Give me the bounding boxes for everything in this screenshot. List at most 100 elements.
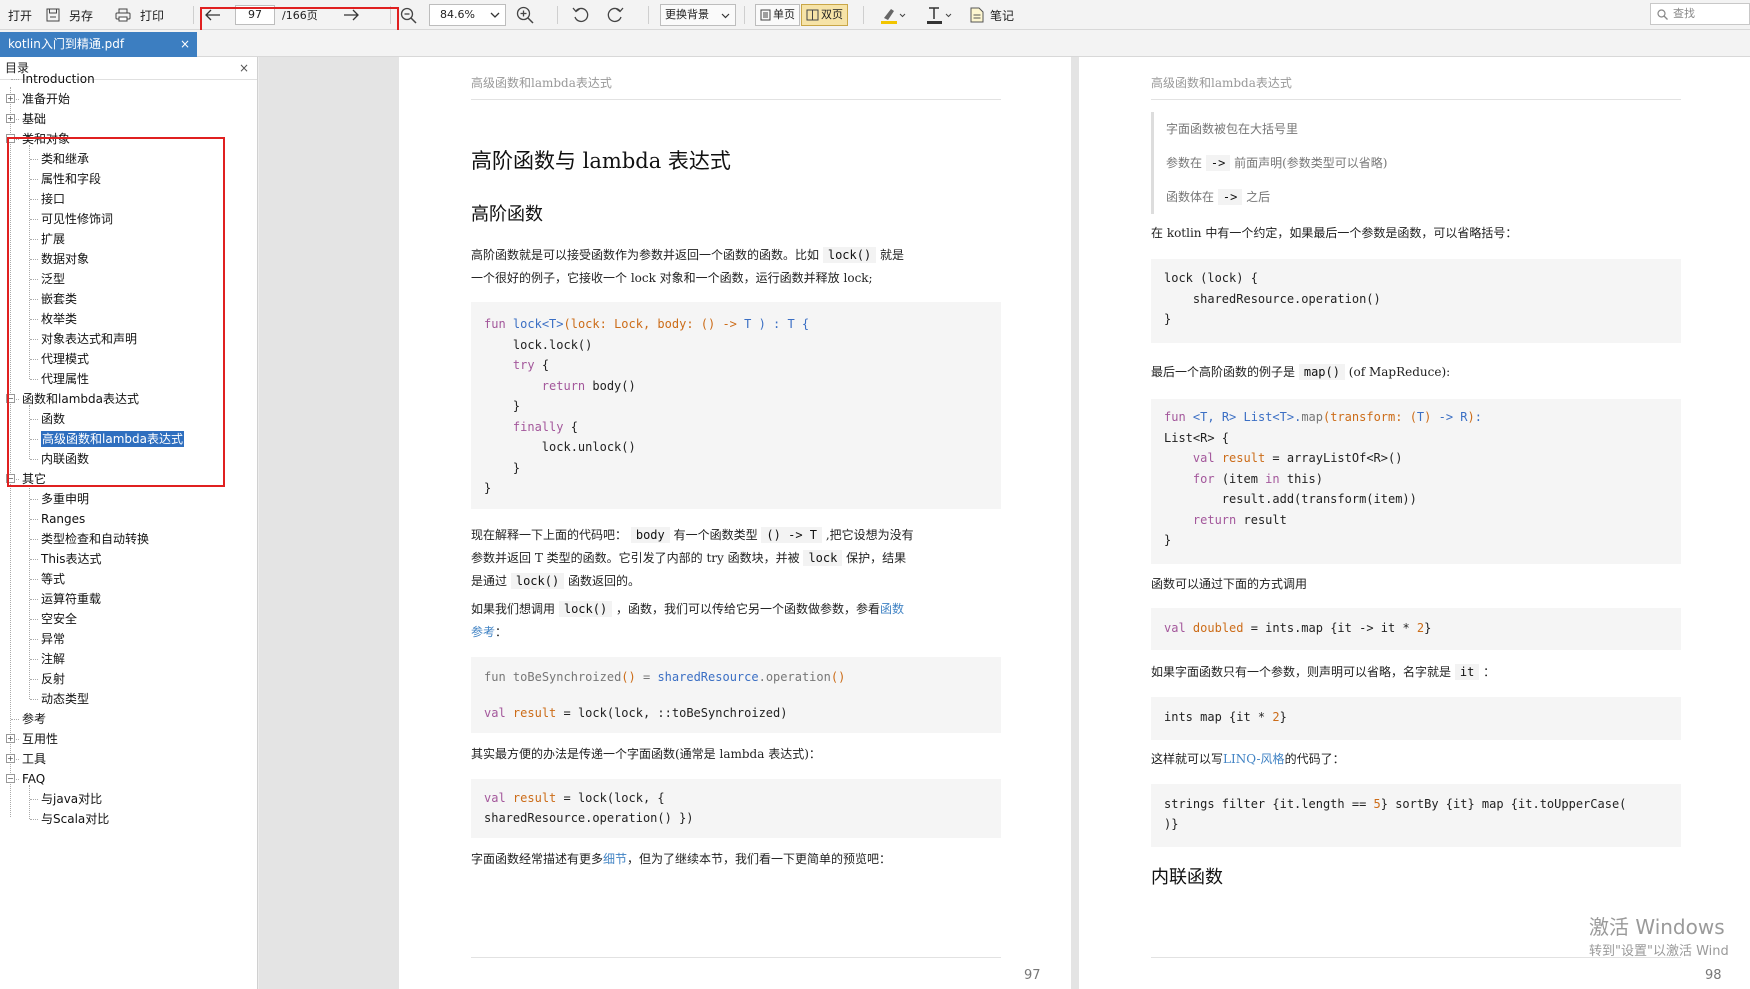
tree-line <box>30 559 38 560</box>
toc-item[interactable]: 运算符重载 <box>41 589 101 609</box>
toc-item[interactable]: This表达式 <box>41 549 102 569</box>
text: 一个很好的例子，它接收一个 lock 对象和一个函数，运行函数并释放 lock; <box>471 271 873 285</box>
running-head: 高级函数和lambda表达式 <box>1151 76 1292 90</box>
open-button[interactable]: 打开 <box>8 0 32 30</box>
tab-document[interactable]: kotlin入门到精通.pdf × <box>0 32 197 57</box>
page-number: 98 <box>1705 968 1722 983</box>
tree-line <box>30 599 38 600</box>
single-page-button[interactable]: 单页 <box>755 4 800 26</box>
toc-item[interactable]: Introduction <box>22 69 95 89</box>
quote-line: 函数体在 -> 之后 <box>1166 180 1551 214</box>
saveas-label: 另存 <box>69 8 94 23</box>
chevron-down-icon <box>721 13 730 19</box>
expand-icon[interactable]: + <box>6 754 15 763</box>
paragraph-invoke: 函数可以通过下面的方式调用 <box>1151 577 1308 591</box>
toc-item[interactable]: FAQ <box>22 769 45 789</box>
toc-item-label: FAQ <box>22 772 46 786</box>
toc-item-label: Introduction <box>22 72 95 86</box>
double-page-label: 双页 <box>821 8 843 21</box>
notes-button[interactable]: 笔记 <box>970 0 1014 30</box>
expand-icon[interactable]: + <box>6 114 15 123</box>
zoom-select[interactable]: 84.6% <box>429 4 506 26</box>
rotate-right-button[interactable] <box>606 0 624 30</box>
printer-icon <box>115 8 131 22</box>
collapse-icon[interactable]: − <box>6 774 15 783</box>
zoom-in-icon <box>516 6 534 24</box>
highlight-tool-button[interactable] <box>880 0 906 30</box>
code-block-linq: strings filter {it.length == 5} sortBy {… <box>1151 784 1681 847</box>
tree-line <box>29 485 30 699</box>
link-functions[interactable]: 函数 <box>880 602 904 616</box>
zoom-out-icon <box>400 7 417 24</box>
text: 函数返回的。 <box>568 574 641 588</box>
text: 如果字面函数只有一个参数，则声明可以省略，名字就是 <box>1151 665 1452 679</box>
toc-item[interactable]: 多重申明 <box>41 489 89 509</box>
text: 函数体在 <box>1166 190 1215 204</box>
note-icon <box>970 7 984 23</box>
toc-item[interactable]: 类型检查和自动转换 <box>41 529 149 549</box>
page-right: 高级函数和lambda表达式 字面函数被包在大括号里 参数在 -> 前面声明(参… <box>1079 57 1750 989</box>
text: 前面声明(参数类型可以省略) <box>1234 156 1388 170</box>
text: (of MapReduce): <box>1348 365 1451 379</box>
toc-item-label: 空安全 <box>41 612 78 626</box>
toc-item[interactable]: 互用性 <box>22 729 58 749</box>
document-viewer[interactable]: 高级函数和lambda表达式 高阶函数与 lambda 表达式 高阶函数 高阶函… <box>259 57 1750 989</box>
blockquote: 字面函数被包在大括号里 参数在 -> 前面声明(参数类型可以省略) 函数体在 -… <box>1151 112 1551 214</box>
toc-item-label: 互用性 <box>22 732 59 746</box>
search-placeholder: 查找 <box>1673 7 1695 20</box>
toc-item[interactable]: 等式 <box>41 569 65 589</box>
close-icon[interactable]: × <box>239 57 249 79</box>
text: ： <box>1483 665 1496 679</box>
rotate-left-button[interactable] <box>572 0 590 30</box>
toc-item[interactable]: 与Scala对比 <box>41 809 109 829</box>
text: ，函数，我们可以传给它另一个函数做参数，参看 <box>616 602 881 616</box>
link-reference[interactable]: 参考 <box>471 625 495 639</box>
text-tool-button[interactable] <box>926 0 952 30</box>
toc-item-label: 运算符重载 <box>41 592 102 606</box>
tree-line <box>30 699 38 700</box>
toc-item[interactable]: 反射 <box>41 669 65 689</box>
expand-icon[interactable]: + <box>6 734 15 743</box>
text: ： <box>495 625 508 639</box>
toc-item[interactable]: 准备开始 <box>22 89 70 109</box>
divider <box>471 957 1001 958</box>
search-input[interactable]: 查找 <box>1650 3 1750 25</box>
print-button[interactable]: 打印 <box>115 0 164 30</box>
watermark-line-2: 转到"设置"以激活 Wind <box>1589 944 1729 959</box>
inline-code: lock() <box>822 247 877 263</box>
toc-item-label: 基础 <box>22 112 47 126</box>
toc-item[interactable]: 动态类型 <box>41 689 89 709</box>
link-linq[interactable]: LINQ-风格 <box>1223 752 1285 766</box>
text: 字面函数经常描述有更多 <box>471 852 604 866</box>
tree-line <box>30 659 38 660</box>
toc-item[interactable]: 空安全 <box>41 609 77 629</box>
text: 保护，结果 <box>846 551 907 565</box>
search-icon <box>1657 9 1668 20</box>
link-details[interactable]: 细节 <box>603 852 627 866</box>
toc-item[interactable]: 与java对比 <box>41 789 102 809</box>
text: 之后 <box>1246 190 1271 204</box>
inline-code: map() <box>1298 364 1345 380</box>
toc-item[interactable]: 注解 <box>41 649 65 669</box>
toc-item-label: 类型检查和自动转换 <box>41 532 150 546</box>
page-left: 高级函数和lambda表达式 高阶函数与 lambda 表达式 高阶函数 高阶函… <box>399 57 1071 989</box>
double-page-button[interactable]: 双页 <box>801 4 848 26</box>
saveas-button[interactable]: 另存 <box>46 0 93 30</box>
background-dropdown[interactable]: 更换背景 <box>660 4 736 26</box>
print-label: 打印 <box>140 8 165 23</box>
toc-item[interactable]: 工具 <box>22 749 46 769</box>
tree-line <box>30 679 38 680</box>
toc-item[interactable]: Ranges <box>41 509 85 529</box>
close-icon[interactable]: × <box>180 32 190 57</box>
toc-item[interactable]: 异常 <box>41 629 65 649</box>
paragraph-it: 如果字面函数只有一个参数，则声明可以省略，名字就是 it ： <box>1151 661 1691 684</box>
watermark-line-1: 激活 Windows <box>1589 915 1725 939</box>
toc-item[interactable]: 参考 <box>22 709 46 729</box>
zoom-in-button[interactable] <box>516 0 534 30</box>
expand-icon[interactable]: + <box>6 94 15 103</box>
paragraph-map: 最后一个高阶函数的例子是 map() (of MapReduce): <box>1151 361 1691 384</box>
tree-line <box>30 539 38 540</box>
zoom-out-button[interactable] <box>400 0 417 30</box>
toc-item[interactable]: 基础 <box>22 109 46 129</box>
toc-item-label: 与java对比 <box>41 792 103 806</box>
